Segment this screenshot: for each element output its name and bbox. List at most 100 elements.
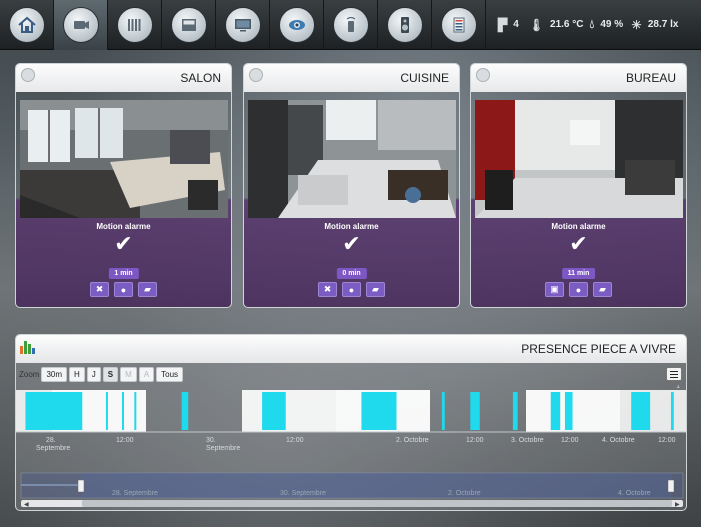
x-tick-label: 2. Octobre	[396, 437, 429, 444]
x-tick-label: 12:00	[561, 437, 579, 444]
camera-title: BUREAU	[625, 71, 676, 85]
camera-feed-salon[interactable]	[20, 100, 228, 218]
zoom-label: Zoom	[19, 370, 40, 379]
presence-bar	[470, 392, 480, 430]
folder-icon[interactable]: ▰	[366, 282, 385, 297]
presence-bar	[181, 392, 189, 430]
top-navigation-bar: ▛ 4 🌡︎ 21.6 °C 💧︎ 49 % ☀ 28.7 lx	[0, 0, 701, 50]
presence-bar	[262, 392, 286, 430]
camera-icon	[62, 6, 99, 43]
scrollbar-thumb[interactable]	[82, 500, 672, 507]
elapsed-time-badge: 11 min	[561, 268, 596, 279]
camera-card-header: CUISINE	[244, 64, 459, 92]
luminosity-value: 28.7 lx	[647, 19, 679, 30]
camera-feed-bureau[interactable]	[475, 100, 683, 218]
record-icon[interactable]: ●	[569, 282, 588, 297]
status-bar: ▛ 4 🌡︎ 21.6 °C 💧︎ 49 % ☀ 28.7 lx	[498, 17, 678, 32]
door-icon: ▛	[498, 17, 508, 32]
folder-icon[interactable]: ▰	[138, 282, 157, 297]
zoom-year-button: A	[138, 367, 155, 382]
x-tick-label: 30.	[206, 437, 216, 444]
x-tick-label: 4. Octobre	[602, 437, 635, 444]
presence-bar	[550, 392, 561, 430]
x-tick-label: 12:00	[116, 437, 134, 444]
eye-icon	[278, 6, 315, 43]
camera-title: CUISINE	[400, 71, 449, 85]
presence-bar	[564, 392, 573, 430]
camera-feed-cuisine[interactable]	[248, 100, 456, 218]
sun-icon: ☀	[631, 17, 642, 32]
presence-bar	[670, 392, 674, 430]
remote-icon	[332, 6, 369, 43]
zoom-all-button[interactable]: Tous	[156, 367, 184, 382]
zoom-controls: Zoom 30m H J S M A Tous	[19, 367, 184, 382]
nav-security-button[interactable]	[270, 0, 324, 50]
nav-heating-button[interactable]	[108, 0, 162, 50]
home-icon	[8, 6, 45, 43]
scroll-left-arrow-icon[interactable]: ◀	[24, 502, 29, 508]
camera-actions: ▣ ● ▰	[471, 282, 686, 297]
list-icon	[440, 6, 477, 43]
nav-audio-button[interactable]	[378, 0, 432, 50]
nav-tv-button[interactable]	[216, 0, 270, 50]
close-icon[interactable]: ✖	[90, 282, 109, 297]
presence-chart-header: PRESENCE PIECE A VIVRE	[16, 335, 686, 363]
x-tick-label: 12:00	[658, 437, 676, 444]
settings-icon[interactable]	[249, 68, 263, 82]
camera-card-header: BUREAU	[471, 64, 686, 92]
record-icon[interactable]: ●	[342, 282, 361, 297]
doors-open-count: 4	[513, 19, 519, 30]
shutter-icon	[170, 6, 207, 43]
nav-camera-button[interactable]	[54, 0, 108, 50]
motion-alarm-label: Motion alarme	[96, 222, 151, 231]
chart-title: PRESENCE PIECE A VIVRE	[521, 342, 676, 356]
zoom-hour-button[interactable]: H	[69, 367, 85, 382]
nav-dashboard-button[interactable]	[432, 0, 486, 50]
radiator-icon	[116, 6, 153, 43]
x-tick-label: 12:00	[466, 437, 484, 444]
chart-navigator[interactable]: 28. Septembre 30. Septembre 2. Octobre 4…	[20, 472, 684, 499]
settings-icon[interactable]	[21, 68, 35, 82]
camera-actions: ✖ ● ▰	[244, 282, 459, 297]
folder-icon[interactable]: ▰	[593, 282, 612, 297]
navigator-label: 30. Septembre	[280, 490, 326, 497]
camera-title: SALON	[180, 71, 221, 85]
nav-home-button[interactable]	[0, 0, 54, 50]
motion-alarm-label: Motion alarme	[551, 222, 606, 231]
navigator-label: 2. Octobre	[448, 490, 481, 497]
camera-card-cuisine: CUISINE Motion alarme ✔ 0 min ✖ ● ▰	[243, 63, 460, 308]
x-tick-label: Septembre	[206, 445, 240, 452]
presence-bar	[134, 392, 137, 430]
nav-remote-button[interactable]	[324, 0, 378, 50]
navigator-label: 4. Octobre	[618, 490, 651, 497]
zoom-day-button[interactable]: J	[86, 367, 101, 382]
chart-scrollbar[interactable]: ◀ ▶	[21, 500, 683, 508]
scroll-right-arrow-icon[interactable]: ▶	[675, 502, 680, 508]
nav-shutters-button[interactable]	[162, 0, 216, 50]
camera-card-salon: SALON Motion alarme ✔ 1 min ✖ ● ▰	[15, 63, 232, 308]
x-axis-labels: 28. Septembre 12:00 30. Septembre 12:00 …	[36, 437, 676, 452]
camera-actions: ✖ ● ▰	[16, 282, 231, 297]
presence-bar	[25, 392, 83, 430]
chart-menu-button[interactable]	[666, 367, 682, 381]
zoom-week-button[interactable]: S	[102, 367, 119, 382]
motion-alarm-label: Motion alarme	[324, 222, 379, 231]
close-icon[interactable]: ✖	[318, 282, 337, 297]
presence-chart-panel: PRESENCE PIECE A VIVRE Zoom 30m H J S M …	[15, 334, 687, 511]
speaker-icon	[386, 6, 423, 43]
presence-bar	[361, 392, 397, 430]
image-icon[interactable]: ▣	[545, 282, 564, 297]
navigator-label: 28. Septembre	[112, 490, 158, 497]
check-icon: ✔	[114, 231, 133, 256]
zoom-30m-button[interactable]: 30m	[41, 367, 68, 382]
check-icon: ✔	[342, 231, 361, 256]
humidity-icon: 💧︎	[589, 17, 595, 31]
navigator-left-handle[interactable]	[77, 479, 85, 493]
x-tick-label: 3. Octobre	[511, 437, 544, 444]
thermometer-icon: 🌡︎	[528, 17, 545, 32]
check-icon: ✔	[569, 231, 588, 256]
settings-icon[interactable]	[476, 68, 490, 82]
navigator-right-handle[interactable]	[667, 479, 675, 493]
tv-icon	[224, 6, 261, 43]
record-icon[interactable]: ●	[114, 282, 133, 297]
